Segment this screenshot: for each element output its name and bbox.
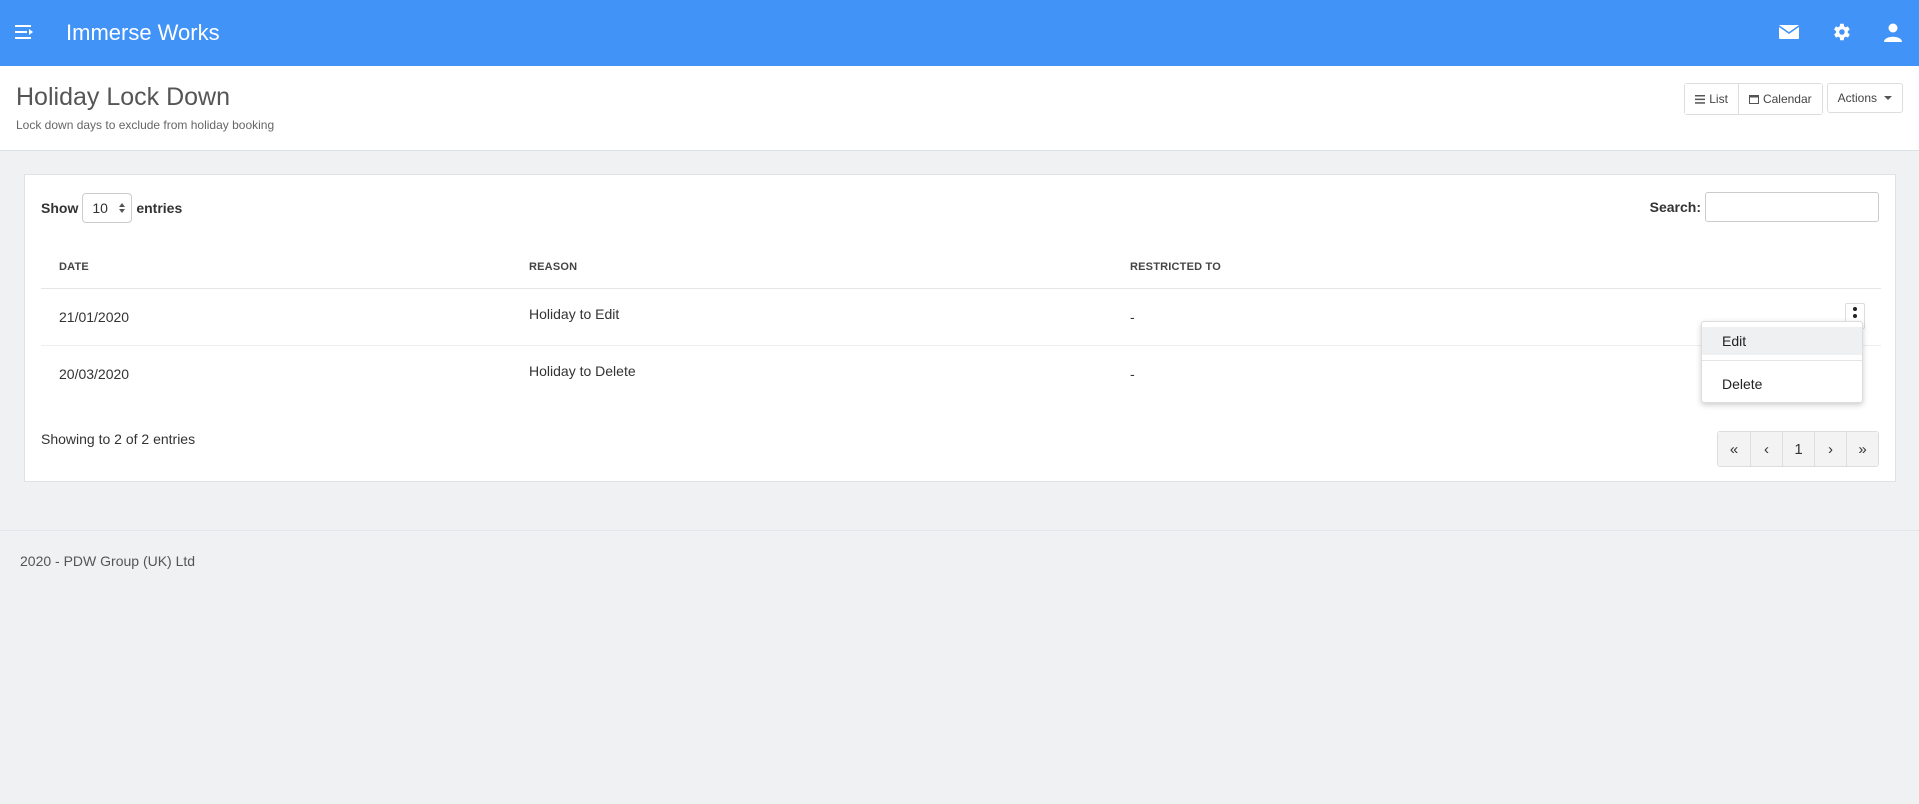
header-buttons: List Calendar Actions — [1684, 83, 1903, 115]
row-restricted-to: - — [1130, 309, 1135, 325]
column-header-restricted-to[interactable]: RESTRICTED TO — [1130, 261, 1221, 273]
entries-length-control: Show 10 entries — [41, 193, 182, 223]
menu-item-edit[interactable]: Edit — [1702, 327, 1862, 355]
mail-icon[interactable] — [1777, 20, 1801, 44]
pagination-prev-button[interactable]: ‹ — [1750, 432, 1782, 466]
view-toggle-group: List Calendar — [1684, 83, 1823, 115]
table-header: DATE REASON RESTRICTED TO — [41, 245, 1881, 289]
pagination-last-button[interactable]: » — [1846, 432, 1878, 466]
page-title: Holiday Lock Down — [16, 83, 230, 111]
table-row: 21/01/2020 Holiday to Edit - — [41, 289, 1881, 346]
pagination-first-button[interactable]: « — [1718, 432, 1750, 466]
menu-divider — [1702, 360, 1862, 361]
row-actions-menu: Edit Delete — [1701, 321, 1863, 403]
calendar-view-label: Calendar — [1762, 92, 1812, 106]
calendar-view-button[interactable]: Calendar — [1737, 84, 1822, 114]
top-icons — [1777, 20, 1905, 44]
select-arrows-icon — [119, 203, 126, 213]
entries-select[interactable]: 10 — [82, 193, 133, 223]
search-input[interactable] — [1705, 192, 1879, 222]
column-header-date[interactable]: DATE — [59, 261, 89, 273]
page-subtitle: Lock down days to exclude from holiday b… — [16, 118, 275, 132]
show-label: Show — [41, 200, 79, 216]
list-view-label: List — [1709, 92, 1728, 106]
row-restricted-to: - — [1130, 366, 1135, 382]
top-navbar: Immerse Works — [0, 0, 1919, 66]
menu-toggle-icon[interactable] — [14, 21, 36, 43]
list-icon — [1695, 94, 1706, 104]
pagination-page-button[interactable]: 1 — [1782, 432, 1814, 466]
search-label: Search: — [1649, 199, 1701, 215]
menu-item-delete[interactable]: Delete — [1702, 370, 1862, 398]
lockdown-table-card: Show 10 entries Search: DATE REASON REST… — [24, 174, 1896, 482]
caret-down-icon — [1884, 96, 1892, 100]
row-date: 20/03/2020 — [59, 366, 130, 382]
table-row: 20/03/2020 Holiday to Delete - — [41, 346, 1881, 403]
row-reason: Holiday to Edit — [529, 306, 620, 322]
footer-copyright: 2020 - PDW Group (UK) Ltd — [20, 553, 196, 569]
gear-icon[interactable] — [1829, 20, 1853, 44]
actions-dropdown-button[interactable]: Actions — [1826, 83, 1903, 113]
search-control: Search: — [1650, 192, 1879, 222]
footer-divider — [0, 530, 1919, 531]
lockdown-table: DATE REASON RESTRICTED TO 21/01/2020 Hol… — [41, 245, 1881, 403]
actions-label: Actions — [1837, 91, 1877, 105]
entries-select-value: 10 — [92, 200, 108, 216]
user-icon[interactable] — [1881, 20, 1905, 44]
pagination: « ‹ 1 › » — [1717, 431, 1879, 467]
app-title[interactable]: Immerse Works — [66, 20, 220, 46]
calendar-icon — [1748, 95, 1759, 104]
column-header-reason[interactable]: REASON — [529, 261, 577, 273]
row-date: 21/01/2020 — [59, 309, 130, 325]
list-view-button[interactable]: List — [1685, 84, 1738, 114]
pagination-next-button[interactable]: › — [1814, 432, 1846, 466]
entries-label: entries — [136, 200, 183, 216]
row-reason: Holiday to Delete — [529, 363, 636, 379]
table-info: Showing to 2 of 2 entries — [41, 431, 196, 447]
page-header: Holiday Lock Down Lock down days to excl… — [0, 66, 1919, 151]
